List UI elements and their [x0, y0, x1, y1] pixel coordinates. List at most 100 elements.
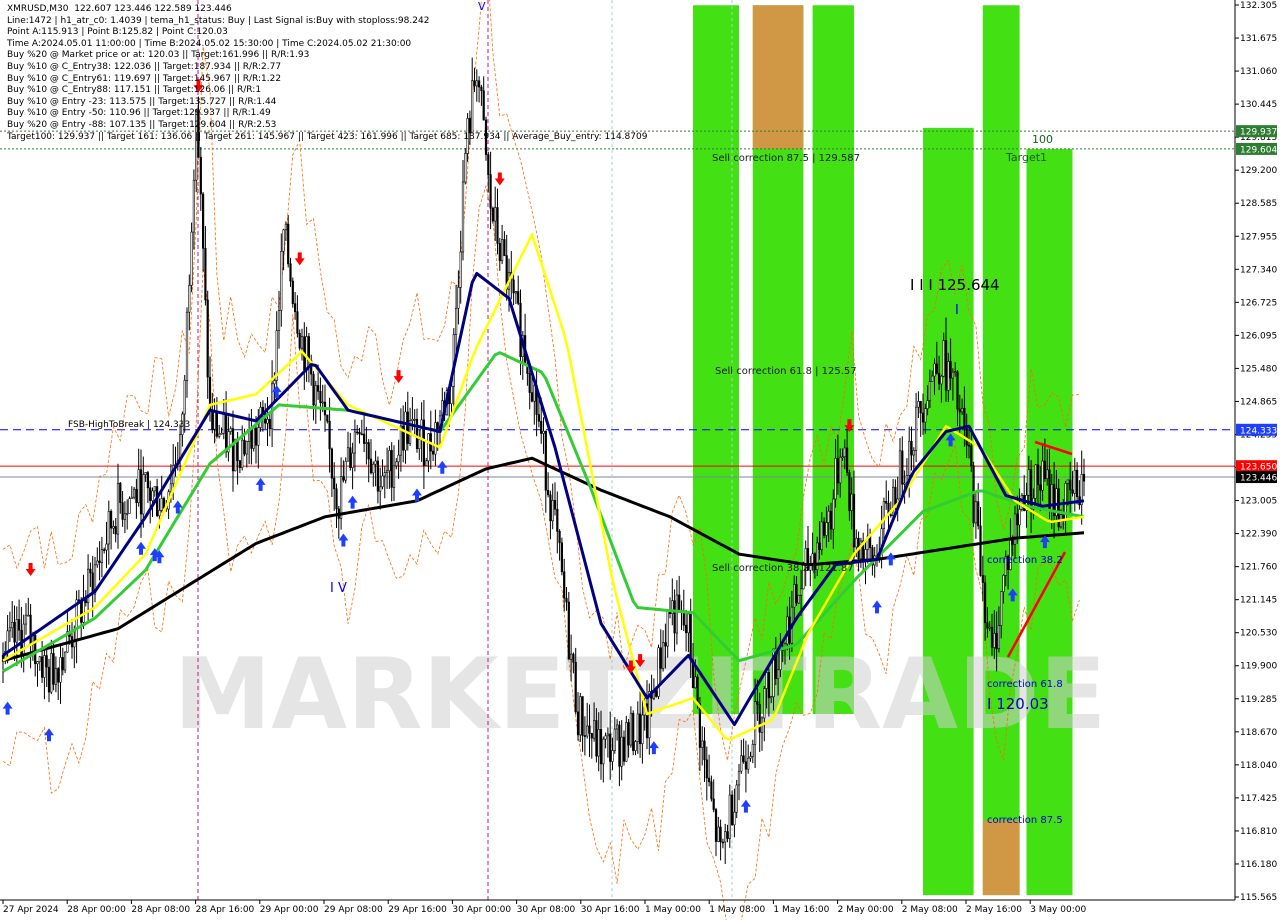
- candle-body: [89, 568, 92, 574]
- candle-body: [1066, 479, 1069, 484]
- candle-body: [333, 477, 336, 490]
- buy-zone: [812, 5, 854, 714]
- candle-body: [1071, 489, 1074, 494]
- candle-body: [300, 336, 304, 349]
- candle-body: [213, 411, 216, 430]
- sell-correction-875-label: Sell correction 87.5 | 129.587: [712, 153, 860, 164]
- candle-body: [254, 427, 258, 446]
- candle-body: [114, 526, 117, 535]
- y-tick-label: 126.095: [1240, 331, 1277, 341]
- info-line: Buy %10 @ Entry -50: 110.96 || Target:12…: [7, 108, 271, 119]
- candle-body: [620, 736, 623, 767]
- candle-body: [563, 571, 566, 599]
- x-tick-label: 27 Apr 2024: [3, 905, 59, 915]
- candle-body: [110, 511, 113, 529]
- candle-body: [530, 392, 534, 402]
- y-tick-label: 118.040: [1240, 761, 1277, 771]
- candle-body: [724, 831, 727, 843]
- candle-body: [698, 703, 701, 748]
- candle-body: [839, 456, 842, 484]
- correction-zone: [752, 5, 804, 150]
- candle-body: [34, 635, 37, 665]
- candle-body: [1043, 460, 1046, 480]
- y-tick-label: 125.480: [1240, 364, 1277, 374]
- candle-body: [542, 430, 545, 434]
- candle-body: [287, 223, 290, 265]
- candle-body: [944, 340, 948, 391]
- candle-body: [576, 711, 580, 736]
- x-tick-label: 29 Apr 16:00: [388, 905, 447, 915]
- candle-body: [749, 756, 752, 759]
- candle-body: [36, 661, 39, 665]
- candle-body: [1018, 509, 1021, 526]
- correction-875-label: correction 87.5: [987, 815, 1063, 826]
- candle-body: [921, 412, 925, 423]
- candle-body: [625, 722, 628, 762]
- candle-body: [464, 153, 467, 183]
- candle-body: [116, 482, 120, 535]
- candle-body: [581, 696, 584, 736]
- candle-body: [569, 653, 573, 660]
- candle-body: [714, 809, 718, 842]
- candle-body: [40, 656, 44, 678]
- candle-body: [602, 738, 605, 765]
- candle-body: [1034, 464, 1037, 499]
- sell-correction-382-label: Sell correction 38.2 | 121.87: [712, 563, 854, 574]
- candle-body: [960, 407, 964, 413]
- candle-body: [59, 657, 62, 683]
- candle-body: [57, 668, 60, 683]
- wave-i-label: I: [955, 303, 959, 318]
- candle-body: [1073, 469, 1076, 494]
- candle-body: [634, 741, 637, 751]
- info-panel: XMRUSD,M30 122.607 123.446 122.589 123.4…: [7, 4, 647, 143]
- candle-body: [358, 431, 361, 435]
- candle-body: [997, 625, 1000, 650]
- fsb-label: FSB-HighToBreak | 124.333: [68, 420, 190, 430]
- wave-iv-label: I V: [330, 581, 347, 596]
- candle-body: [981, 575, 984, 583]
- candle-body: [903, 482, 906, 485]
- candle-body: [360, 433, 363, 436]
- candle-body: [737, 770, 741, 786]
- candle-body: [98, 560, 101, 563]
- buy-arrow-icon: [437, 460, 448, 474]
- candle-body: [1069, 479, 1072, 491]
- candle-body: [528, 373, 531, 393]
- candle-body: [500, 239, 504, 261]
- price-tag-label: 129.604: [1240, 145, 1277, 155]
- candle-body: [836, 457, 839, 484]
- candle-body: [316, 385, 320, 392]
- candle-body: [919, 401, 922, 414]
- candle-body: [609, 733, 612, 762]
- candle-body: [795, 584, 798, 604]
- y-tick-label: 121.145: [1240, 596, 1277, 606]
- candle-body: [926, 400, 929, 409]
- candle-body: [696, 676, 699, 704]
- candle-body: [928, 381, 931, 401]
- candle-body: [121, 502, 124, 520]
- x-tick-label: 1 May 16:00: [773, 905, 829, 915]
- candle-body: [546, 489, 550, 496]
- x-tick-label: 29 Apr 00:00: [260, 905, 319, 915]
- candle-body: [776, 669, 780, 679]
- info-line: Buy %10 @ C_Entry38: 122.036 || Target:1…: [7, 61, 282, 72]
- candle-body: [763, 688, 766, 719]
- candle-body: [1016, 513, 1019, 526]
- candle-body: [848, 472, 851, 511]
- candle-body: [664, 642, 667, 647]
- candle-body: [597, 729, 600, 757]
- candle-body: [390, 450, 393, 488]
- x-tick-label: 3 May 00:00: [1030, 905, 1086, 915]
- info-line: Buy %10 @ C_Entry88: 117.151 || Target:1…: [7, 85, 262, 96]
- candle-body: [889, 514, 892, 516]
- candle-body: [822, 521, 826, 536]
- candle-body: [553, 500, 557, 510]
- candle-body: [986, 622, 989, 629]
- candle-body: [139, 469, 143, 515]
- candle-body: [983, 582, 987, 623]
- candle-body: [988, 626, 991, 629]
- candle-body: [917, 401, 920, 408]
- y-tick-label: 121.760: [1240, 563, 1277, 573]
- candle-body: [850, 493, 853, 511]
- candle-body: [1002, 575, 1005, 593]
